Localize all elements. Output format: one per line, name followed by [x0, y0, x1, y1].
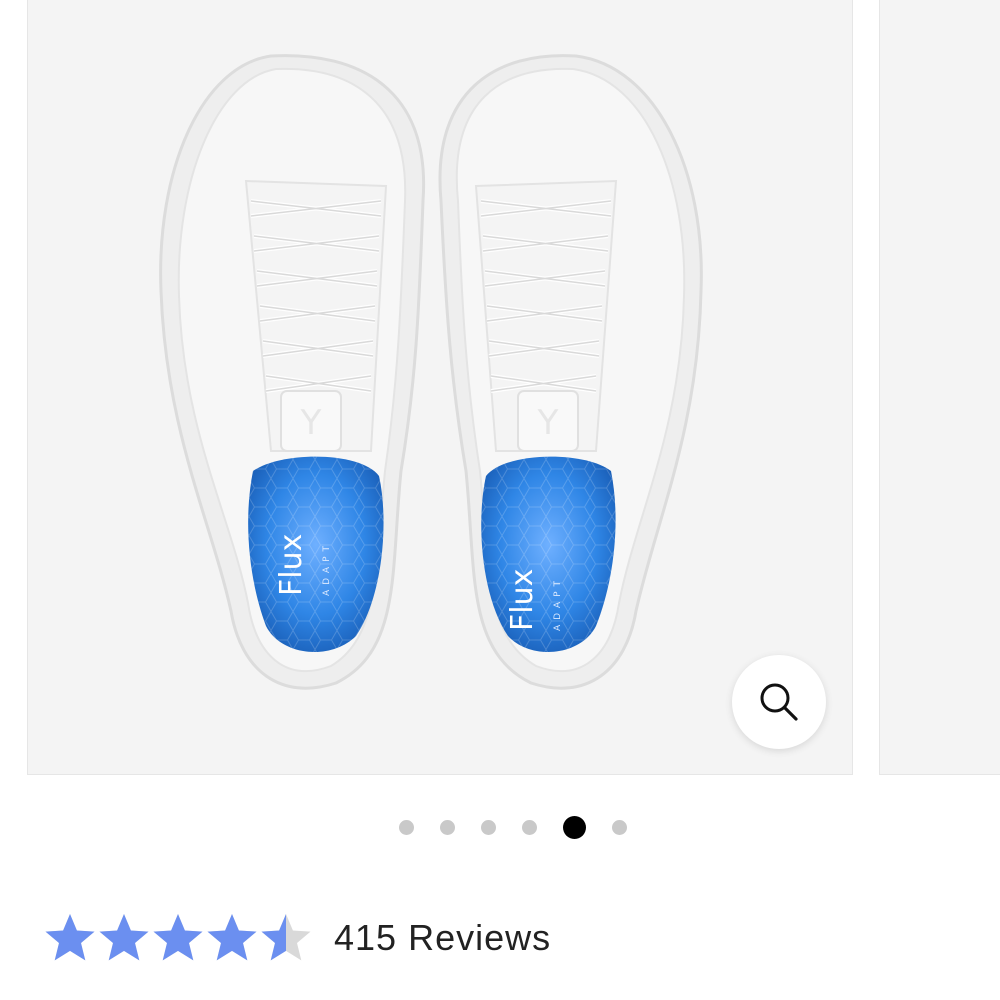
star-full-icon: [206, 912, 258, 964]
carousel-dot-1[interactable]: [399, 820, 414, 835]
svg-text:ADAPT: ADAPT: [553, 576, 563, 631]
rating-summary[interactable]: 415 Reviews: [44, 908, 551, 968]
right-shoe: Y Flux ADAPT: [438, 54, 703, 690]
carousel-dot-6[interactable]: [612, 820, 627, 835]
svg-text:Y: Y: [537, 403, 559, 443]
zoom-button[interactable]: [732, 655, 826, 749]
star-full-icon: [152, 912, 204, 964]
star-half-icon: [260, 912, 312, 964]
left-shoe: Y Flux ADAPT: [159, 54, 426, 690]
carousel-dot-2[interactable]: [440, 820, 455, 835]
reviews-link[interactable]: 415 Reviews: [334, 917, 551, 959]
carousel-dot-5-active[interactable]: [563, 816, 586, 839]
image-carousel[interactable]: Y Flux ADAPT Y Flux ADAPT: [0, 0, 1000, 776]
star-full-icon: [98, 912, 150, 964]
insole-brand-right: Flux: [505, 569, 540, 631]
product-page: Y Flux ADAPT Y Flux ADAPT 415 Reviews: [0, 0, 1000, 1000]
magnifier-icon: [760, 683, 798, 721]
carousel-dot-4[interactable]: [522, 820, 537, 835]
carousel-dot-3[interactable]: [481, 820, 496, 835]
svg-text:ADAPT: ADAPT: [322, 541, 332, 596]
carousel-slide-next[interactable]: [879, 0, 1000, 775]
product-image: Y Flux ADAPT Y Flux ADAPT: [159, 54, 703, 690]
carousel-slide-current[interactable]: Y Flux ADAPT Y Flux ADAPT: [27, 0, 853, 775]
carousel-pagination: [0, 812, 1000, 842]
star-rating: [44, 912, 312, 964]
star-full-icon: [44, 912, 96, 964]
insole-brand-left: Flux: [274, 534, 309, 596]
svg-text:Y: Y: [300, 403, 322, 443]
